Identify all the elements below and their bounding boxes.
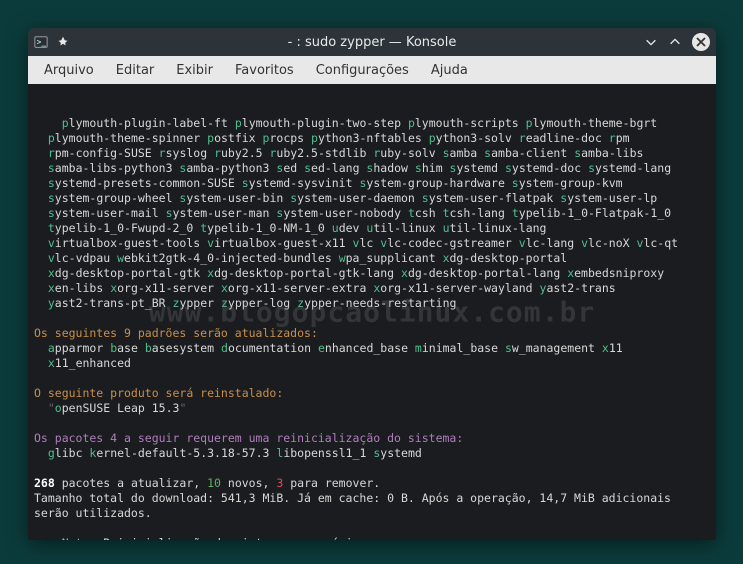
menubar: Arquivo Editar Exibir Favoritos Configur… — [28, 56, 716, 84]
konsole-window: >_ - : sudo zypper — Konsole Arquivo Edi… — [28, 28, 716, 540]
close-button[interactable] — [692, 33, 710, 51]
menu-arquivo[interactable]: Arquivo — [34, 59, 104, 82]
window-title: - : sudo zypper — Konsole — [104, 35, 640, 50]
watermark-text: www.blogopcaolinux.com.br — [149, 305, 595, 320]
terminal-output[interactable]: www.blogopcaolinux.com.br plymouth-plugi… — [28, 84, 716, 540]
minimize-button[interactable] — [644, 35, 658, 49]
maximize-button[interactable] — [668, 35, 682, 49]
pin-icon[interactable] — [56, 35, 70, 49]
menu-ajuda[interactable]: Ajuda — [421, 59, 478, 82]
menu-exibir[interactable]: Exibir — [166, 59, 223, 82]
menu-favoritos[interactable]: Favoritos — [225, 59, 304, 82]
titlebar: >_ - : sudo zypper — Konsole — [28, 28, 716, 56]
svg-text:>_: >_ — [37, 38, 47, 47]
menu-editar[interactable]: Editar — [106, 59, 165, 82]
app-icon: >_ — [34, 35, 48, 49]
menu-configuracoes[interactable]: Configurações — [306, 59, 419, 82]
